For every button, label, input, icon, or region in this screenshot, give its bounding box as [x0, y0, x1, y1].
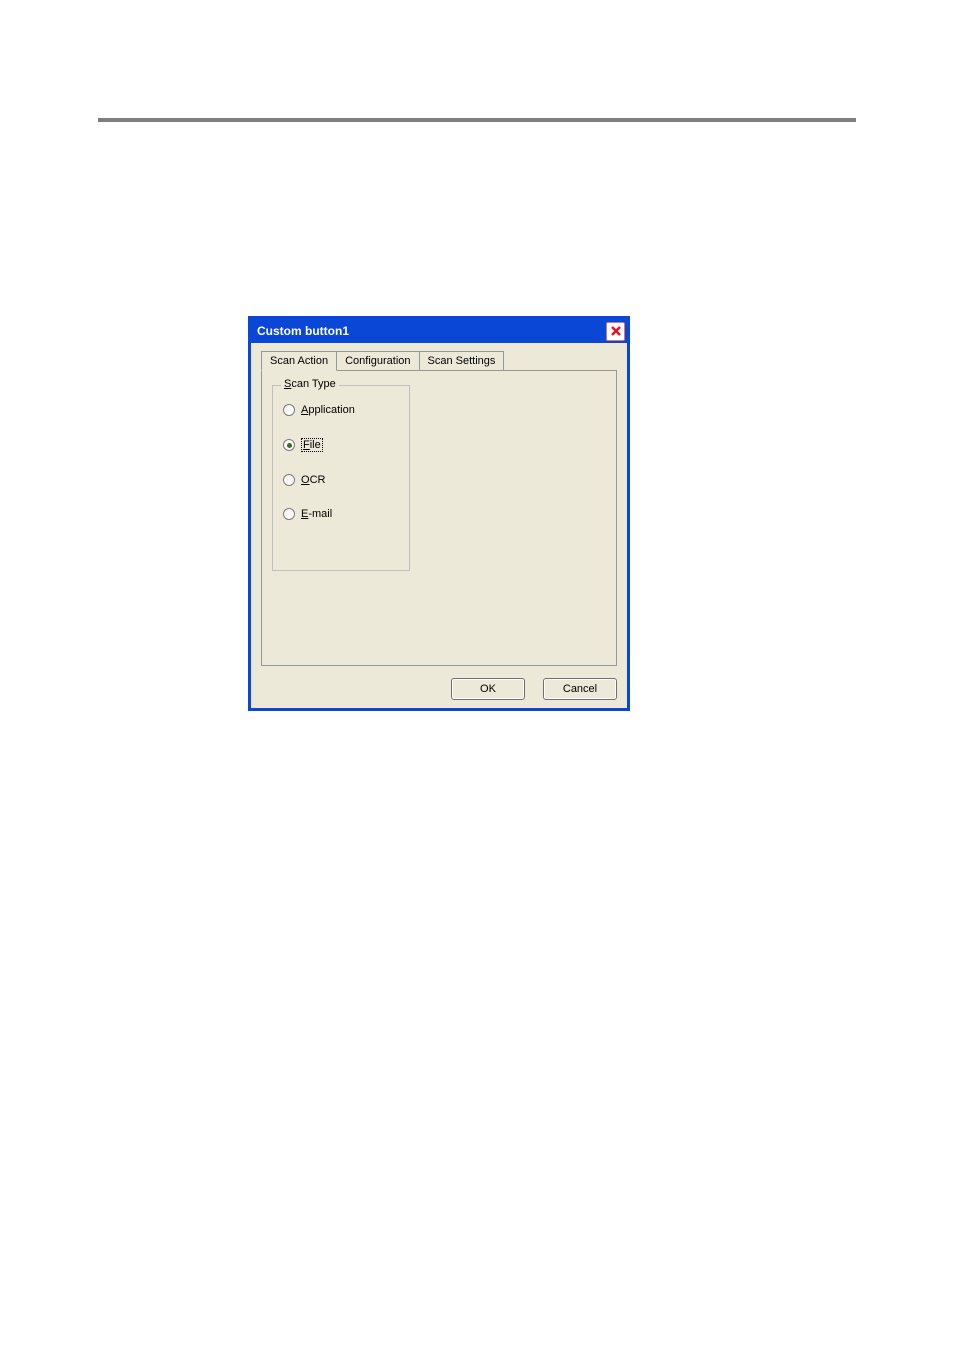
radio-indicator [283, 474, 295, 486]
tab-configuration[interactable]: Configuration [336, 351, 419, 371]
scan-type-group: Scan Type Application File OCR E-mail [272, 385, 410, 571]
cancel-button[interactable]: Cancel [543, 678, 617, 700]
radio-file[interactable]: File [283, 438, 399, 452]
radio-label-email: E-mail [301, 508, 332, 520]
close-button[interactable] [606, 322, 625, 341]
radio-label-file: File [301, 438, 323, 452]
radio-label-ocr: OCR [301, 474, 325, 486]
close-icon [609, 324, 623, 338]
radio-indicator [283, 439, 295, 451]
radio-indicator [283, 404, 295, 416]
radio-application[interactable]: Application [283, 404, 399, 416]
dialog-title: Custom button1 [257, 324, 349, 338]
tab-panel-scan-action: Scan Type Application File OCR E-mail [261, 370, 617, 666]
radio-label-application: Application [301, 404, 355, 416]
custom-button1-dialog: Custom button1 Scan Action Configuration… [248, 316, 630, 711]
radio-ocr[interactable]: OCR [283, 474, 399, 486]
page-header-rule [98, 118, 856, 122]
ok-button[interactable]: OK [451, 678, 525, 700]
scan-type-legend: Scan Type [281, 378, 339, 390]
radio-email[interactable]: E-mail [283, 508, 399, 520]
legend-rest: can Type [291, 378, 335, 390]
tab-scan-settings[interactable]: Scan Settings [419, 351, 505, 371]
tab-strip: Scan Action Configuration Scan Settings [261, 351, 617, 371]
radio-indicator [283, 508, 295, 520]
dialog-button-row: OK Cancel [251, 672, 627, 708]
dialog-titlebar: Custom button1 [251, 319, 627, 343]
dialog-body: Scan Action Configuration Scan Settings … [251, 343, 627, 672]
tab-scan-action[interactable]: Scan Action [261, 351, 337, 371]
